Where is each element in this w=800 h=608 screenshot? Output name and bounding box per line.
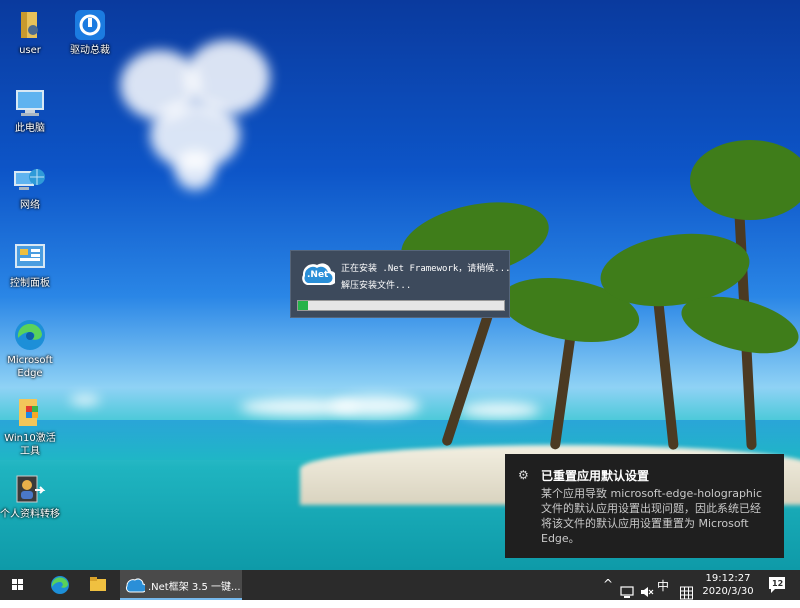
taskbar-clock[interactable]: 19:12:27 2020/3/30 bbox=[700, 572, 756, 598]
edge-icon bbox=[13, 318, 47, 352]
desktop-icon-user[interactable]: user bbox=[0, 8, 60, 57]
desktop-icon-this-pc[interactable]: 此电脑 bbox=[0, 86, 60, 135]
taskbar-edge-button[interactable] bbox=[44, 570, 76, 600]
install-progress-fill bbox=[298, 301, 309, 310]
windows-logo-icon bbox=[12, 579, 23, 590]
notification-count-badge: 12 bbox=[772, 579, 784, 588]
wallpaper-cloud bbox=[460, 402, 540, 418]
edge-icon bbox=[51, 576, 69, 594]
wallpaper-palm-leaves bbox=[690, 140, 800, 220]
start-button[interactable] bbox=[0, 570, 36, 600]
keyboard-grid-icon[interactable] bbox=[680, 578, 693, 608]
clock-date: 2020/3/30 bbox=[702, 586, 754, 597]
desktop-icon-control-panel[interactable]: 控制面板 bbox=[0, 241, 60, 290]
install-status-line: 正在安装 .Net Framework，请稍候... bbox=[341, 264, 511, 274]
wallpaper-cloud bbox=[175, 150, 215, 190]
net-install-dialog: .Net 正在安装 .Net Framework，请稍候... 解压安装文件..… bbox=[290, 250, 511, 318]
driver-icon bbox=[73, 8, 107, 42]
activation-icon bbox=[13, 396, 47, 430]
folder-icon bbox=[13, 8, 47, 42]
desktop-icon-profile-transfer[interactable]: 个人资料转移 bbox=[0, 472, 60, 521]
folder-icon bbox=[90, 577, 106, 591]
desktop-icon-label: user bbox=[19, 45, 41, 56]
desktop-icon-label: 个人资料转移 bbox=[0, 509, 60, 520]
install-substatus-line: 解压安装文件... bbox=[341, 281, 412, 291]
gear-icon: ⚙ bbox=[518, 468, 529, 482]
toast-title: 已重置应用默认设置 bbox=[541, 469, 650, 483]
control-panel-icon bbox=[13, 241, 47, 275]
desktop-icon-activation[interactable]: Win10激活工具 bbox=[0, 396, 60, 458]
desktop-icon-edge[interactable]: Microsoft Edge bbox=[0, 318, 60, 380]
install-progress-bar bbox=[297, 300, 505, 311]
wallpaper-cloud bbox=[70, 395, 100, 405]
desktop-icon-label: Microsoft Edge bbox=[7, 355, 53, 379]
desktop-icon-label: 驱动总裁 bbox=[70, 45, 110, 56]
desktop-icon-label: 此电脑 bbox=[15, 123, 45, 134]
dotnet-logo-icon: .Net bbox=[297, 259, 338, 289]
taskbar-app-label: .Net框架 3.5 一键... bbox=[148, 582, 241, 593]
taskbar-explorer-button[interactable] bbox=[82, 570, 114, 600]
toast-body: 某个应用导致 microsoft-edge-holographic 文件的默认应… bbox=[541, 487, 763, 545]
network-icon bbox=[13, 163, 47, 197]
wallpaper-cloud bbox=[330, 395, 420, 417]
desktop-icon-label: 控制面板 bbox=[10, 278, 50, 289]
desktop-icon-label: Win10激活工具 bbox=[4, 433, 56, 457]
dotnet-logo-text: .Net bbox=[307, 270, 329, 280]
profile-transfer-icon bbox=[13, 472, 47, 506]
speaker-muted-icon[interactable] bbox=[640, 577, 654, 607]
taskbar: .Net框架 3.5 一键... ^ 中 19:12:27 2020/3/30 … bbox=[0, 570, 800, 600]
dotnet-logo-icon bbox=[125, 578, 145, 593]
notification-toast[interactable]: ⚙ 已重置应用默认设置 某个应用导致 microsoft-edge-hologr… bbox=[505, 454, 784, 558]
clock-time: 19:12:27 bbox=[705, 573, 751, 584]
computer-icon bbox=[13, 86, 47, 120]
desktop-icon-label: 网络 bbox=[20, 200, 40, 211]
action-center-button[interactable]: 12 bbox=[766, 570, 790, 600]
desktop-icon-driver[interactable]: 驱动总裁 bbox=[60, 8, 120, 57]
network-tray-icon[interactable] bbox=[620, 577, 634, 607]
taskbar-app-net-installer[interactable]: .Net框架 3.5 一键... bbox=[120, 570, 242, 600]
desktop-icon-network[interactable]: 网络 bbox=[0, 163, 60, 212]
ime-indicator[interactable]: 中 bbox=[657, 577, 669, 607]
chevron-up-icon[interactable]: ^ bbox=[603, 577, 613, 607]
